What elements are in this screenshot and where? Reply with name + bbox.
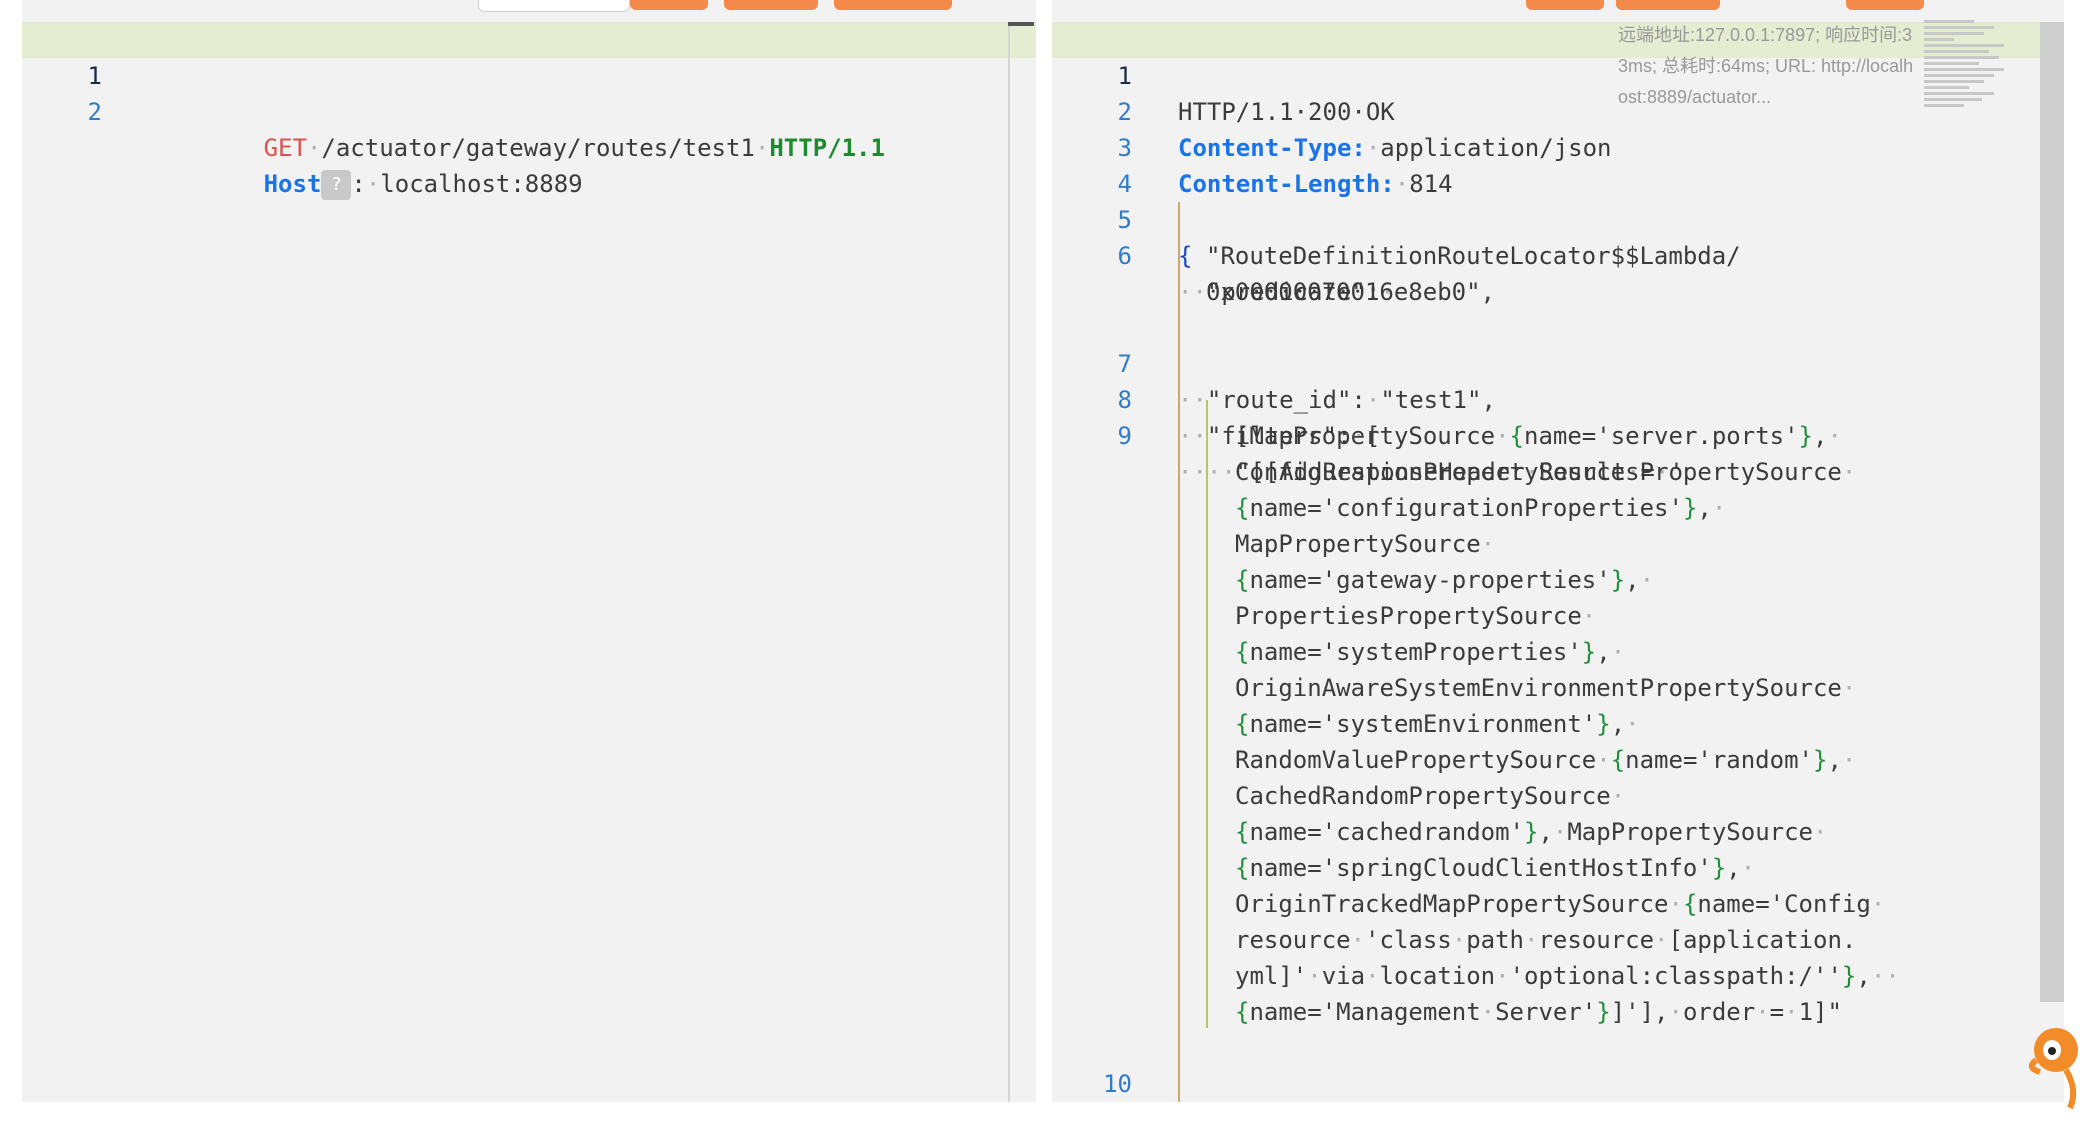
toolbar-button-2[interactable] <box>630 0 708 10</box>
editor-ruler <box>1008 22 1010 1102</box>
toolbar-button-5[interactable] <box>1526 0 1604 10</box>
toolbar-button-6[interactable] <box>1616 0 1720 10</box>
indent-guide <box>1178 202 1180 1102</box>
request-editor[interactable]: 1 GET·/actuator/gateway/routes/test1·HTT… <box>22 22 1036 1102</box>
request-pane: 1 GET·/actuator/gateway/routes/test1·HTT… <box>22 0 1036 1102</box>
header-name: Host <box>263 170 322 198</box>
horizontal-scroll-indicator[interactable] <box>1008 22 1034 26</box>
vertical-scrollbar[interactable] <box>2040 22 2064 1002</box>
mascot-icon[interactable] <box>2026 1020 2086 1110</box>
toolbar-button-7[interactable] <box>1846 0 1924 10</box>
response-pane: 1 HTTP/1.1·200·OK 2 Content-Type:·applic… <box>1052 0 2064 1102</box>
response-editor[interactable]: 1 HTTP/1.1·200·OK 2 Content-Type:·applic… <box>1052 22 2064 1102</box>
response-meta-info: 远端地址:127.0.0.1:7897; 响应时间:33ms; 总耗时:64ms… <box>1618 25 1914 107</box>
indent-guide <box>1206 400 1208 1028</box>
toolbar-button-4[interactable] <box>834 0 952 10</box>
toolbar-button-3[interactable] <box>724 0 818 10</box>
request-line[interactable]: 1 GET·/actuator/gateway/routes/test1·HTT… <box>22 22 1036 162</box>
request-protocol: HTTP/1.1 <box>769 134 885 162</box>
line-number: 2 <box>87 98 102 126</box>
minimap[interactable] <box>1924 20 2024 148</box>
header-value: localhost:8889 <box>380 170 583 198</box>
toolbar-button-1[interactable] <box>478 0 630 12</box>
request-header-line[interactable]: 2 Host?:·localhost:8889 <box>22 58 1036 200</box>
help-badge-icon[interactable]: ? <box>321 170 352 200</box>
